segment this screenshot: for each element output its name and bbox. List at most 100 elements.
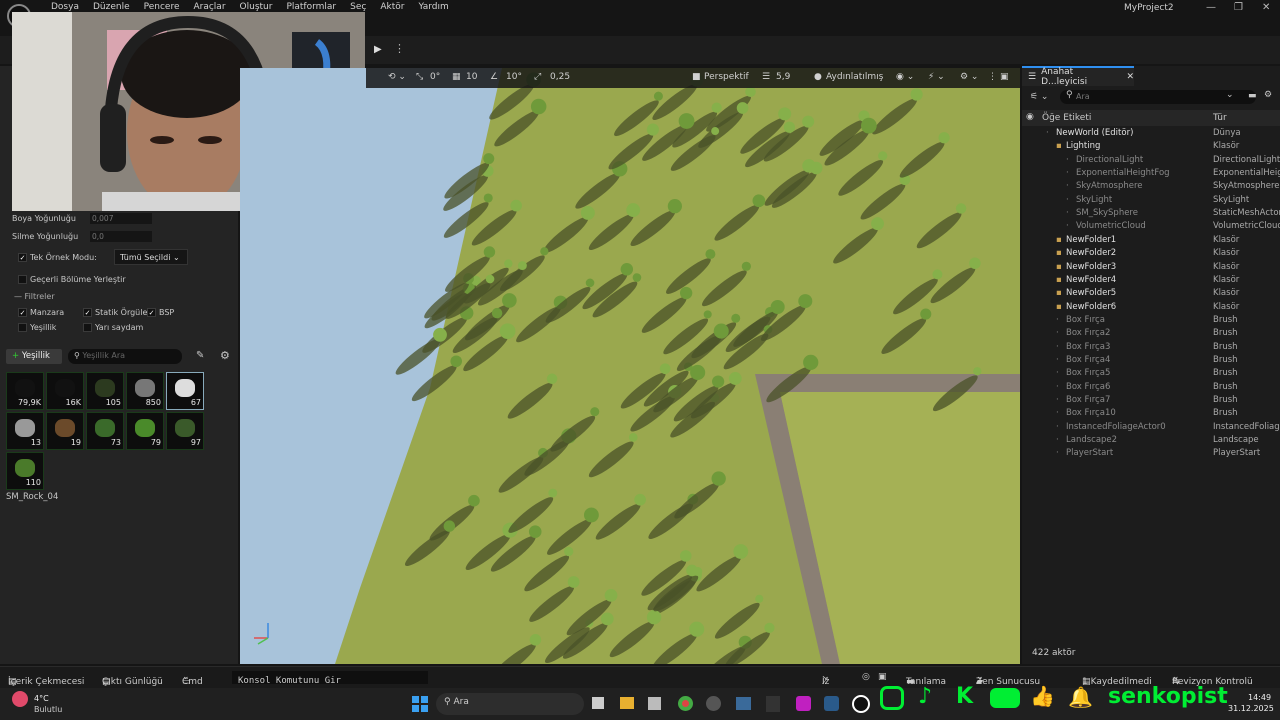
console-input[interactable]: Konsol Komutunu Gir — [232, 671, 428, 686]
foliage-search-input[interactable]: ⚲ Yeşillik Ara — [68, 349, 182, 364]
file-explorer-icon[interactable] — [620, 697, 634, 709]
foliage-thumbnail[interactable]: 13 — [6, 412, 44, 450]
gear-icon[interactable]: ⚙ — [1264, 90, 1272, 100]
foliage-checkbox[interactable] — [18, 323, 27, 332]
filter-landscape[interactable]: ✓ Manzara — [18, 308, 64, 317]
grid-snap-value[interactable]: 10 — [466, 72, 477, 82]
outliner-row[interactable]: · DirectionalLight DirectionalLight — [1022, 155, 1280, 168]
menu-item[interactable]: Oluştur — [233, 2, 280, 12]
angle-icon[interactable]: ∠ — [490, 72, 498, 82]
close-icon[interactable]: ✕ — [1262, 2, 1270, 13]
filter-static-meshes[interactable]: ✓ Statik Örgüler — [83, 308, 151, 317]
filter-foliage[interactable]: Yeşillik — [18, 323, 56, 332]
erase-density-field[interactable]: 0,0 — [90, 231, 152, 242]
outliner-row[interactable]: · Box Fırça6 Brush — [1022, 382, 1280, 395]
single-instance-dropdown[interactable]: Tümü Seçildi ⌄ — [114, 249, 188, 265]
outliner-row[interactable]: ▪ NewFolder2 Klasör — [1022, 248, 1280, 261]
camera-icon[interactable]: ■ — [692, 72, 701, 82]
outliner-row[interactable]: ▪ NewFolder3 Klasör — [1022, 262, 1280, 275]
foliage-thumbnail[interactable]: 110 — [6, 452, 44, 490]
filter-translucent[interactable]: Yarı saydam — [83, 323, 143, 332]
rotate-snap-icon[interactable]: ⤡ — [416, 72, 423, 82]
filter-bsp[interactable]: ✓ BSP — [147, 308, 174, 317]
outliner-row[interactable]: · Box Fırça Brush — [1022, 315, 1280, 328]
unreal-engine-icon[interactable] — [852, 695, 870, 713]
transform-icon[interactable]: ⟲ ⌄ — [388, 72, 406, 82]
menu-item[interactable]: Seç — [343, 2, 373, 12]
view-mode-button[interactable]: Perspektif — [704, 72, 749, 82]
foliage-thumbnail[interactable]: 850 — [126, 372, 164, 410]
outliner-row[interactable]: · Box Fırça5 Brush — [1022, 368, 1280, 381]
record-icon[interactable]: ◎ — [862, 672, 870, 682]
lighting-icon[interactable]: ● — [814, 72, 822, 82]
github-icon[interactable] — [706, 696, 721, 711]
more-options-icon[interactable]: ⋮ — [394, 42, 405, 55]
paintbrush-icon[interactable]: ✎ — [196, 350, 204, 361]
rotate-snap-value[interactable]: 0° — [430, 72, 440, 82]
steam-icon[interactable] — [736, 697, 751, 710]
outliner-row[interactable]: · ExponentialHeightFog ExponentialHeightF — [1022, 168, 1280, 181]
outliner-row[interactable]: · Box Fırça10 Brush — [1022, 408, 1280, 421]
scale-snap-value[interactable]: 0,25 — [550, 72, 570, 82]
angle-snap-value[interactable]: 10° — [506, 72, 522, 82]
outliner-row[interactable]: ▪ NewFolder6 Klasör — [1022, 302, 1280, 315]
foliage-thumbnail[interactable]: 97 — [166, 412, 204, 450]
outliner-row[interactable]: · VolumetricCloud VolumetricCloud — [1022, 221, 1280, 234]
trace-button[interactable]: ⟋ İz ⌄ — [822, 672, 830, 687]
taskbar-search[interactable]: ⚲ Ara — [436, 693, 584, 715]
menu-item[interactable]: Düzenle — [86, 2, 137, 12]
chrome-icon[interactable] — [678, 696, 693, 711]
minimize-icon[interactable]: — — [1206, 2, 1216, 13]
revision-control-button[interactable]: ⇆ Revizyon Kontrolü ⌄ — [1172, 672, 1253, 687]
level-viewport[interactable] — [240, 68, 1020, 664]
outliner-row[interactable]: · Box Fırça7 Brush — [1022, 395, 1280, 408]
outliner-row[interactable]: · SkyLight SkyLight — [1022, 195, 1280, 208]
camera-icon[interactable]: ▣ — [878, 672, 887, 682]
windows-start-icon[interactable] — [412, 696, 428, 712]
foliage-thumbnail[interactable]: 19 — [46, 412, 84, 450]
eye-icon[interactable]: ◉ — [1026, 112, 1034, 122]
menu-item[interactable]: Dosya — [44, 2, 86, 12]
outliner-tab[interactable]: ☰ Anahat D...leyicisi ✕ — [1022, 66, 1134, 87]
paint-density-field[interactable]: 0,007 — [90, 213, 152, 224]
foliage-thumbnail[interactable]: 79 — [126, 412, 164, 450]
scale-icon[interactable]: ⤢ — [534, 72, 541, 82]
foliage-thumbnail[interactable]: 67 — [166, 372, 204, 410]
chevron-down-icon[interactable]: ⌄ — [1226, 90, 1234, 100]
cmd-dropdown[interactable]: ▭ Cmd ⌄ — [182, 672, 203, 687]
menu-item[interactable]: Pencere — [137, 2, 187, 12]
bsp-checkbox[interactable]: ✓ — [147, 308, 156, 317]
menu-item[interactable]: Yardım — [411, 2, 455, 12]
more-icon[interactable]: ⋮ — [988, 72, 997, 82]
outliner-row[interactable]: · PlayerStart PlayerStart — [1022, 448, 1280, 461]
camera-speed-icon[interactable]: ☰ — [762, 72, 770, 82]
outliner-row[interactable]: · Box Fırça4 Brush — [1022, 355, 1280, 368]
add-foliage-button[interactable]: + Yeşillik — [6, 349, 62, 364]
outliner-row[interactable]: ▪ NewFolder4 Klasör — [1022, 275, 1280, 288]
epic-games-icon[interactable] — [766, 696, 780, 712]
foliage-thumbnail[interactable]: 73 — [86, 412, 124, 450]
zen-server-button[interactable]: ▰ Zen Sunucusu ⌄ — [976, 672, 1040, 687]
outliner-row[interactable]: ▪ Lighting Klasör — [1022, 141, 1280, 154]
play-icon[interactable]: ▶ — [374, 44, 382, 55]
outliner-row[interactable]: · Box Fırça3 Brush — [1022, 342, 1280, 355]
lighting-mode-button[interactable]: Aydınlatılmış — [826, 72, 883, 82]
landscape-checkbox[interactable]: ✓ — [18, 308, 27, 317]
foliage-thumbnail[interactable]: 105 — [86, 372, 124, 410]
show-flags-icon[interactable]: ◉ ⌄ — [896, 72, 914, 82]
outliner-row[interactable]: · Box Fırça2 Brush — [1022, 328, 1280, 341]
menu-item[interactable]: Araçlar — [186, 2, 232, 12]
outliner-row[interactable]: · SkyAtmosphere SkyAtmosphere — [1022, 181, 1280, 194]
outliner-row[interactable]: · Landscape2 Landscape — [1022, 435, 1280, 448]
tab-close-icon[interactable]: ✕ — [1126, 72, 1134, 82]
add-folder-icon[interactable]: ▬ — [1248, 91, 1257, 101]
grid-icon[interactable]: ▦ — [452, 72, 461, 82]
foliage-thumbnail[interactable]: 16K — [46, 372, 84, 410]
camera-speed-value[interactable]: 5,9 — [776, 72, 790, 82]
static-meshes-checkbox[interactable]: ✓ — [83, 308, 92, 317]
col-label-header[interactable]: Öğe Etiketi — [1042, 113, 1091, 123]
outliner-row[interactable]: · SM_SkySphere StaticMeshActor — [1022, 208, 1280, 221]
col-type-header[interactable]: Tür — [1213, 113, 1227, 123]
foliage-thumbnail[interactable]: 79,9K — [6, 372, 44, 410]
translucent-checkbox[interactable] — [83, 323, 92, 332]
